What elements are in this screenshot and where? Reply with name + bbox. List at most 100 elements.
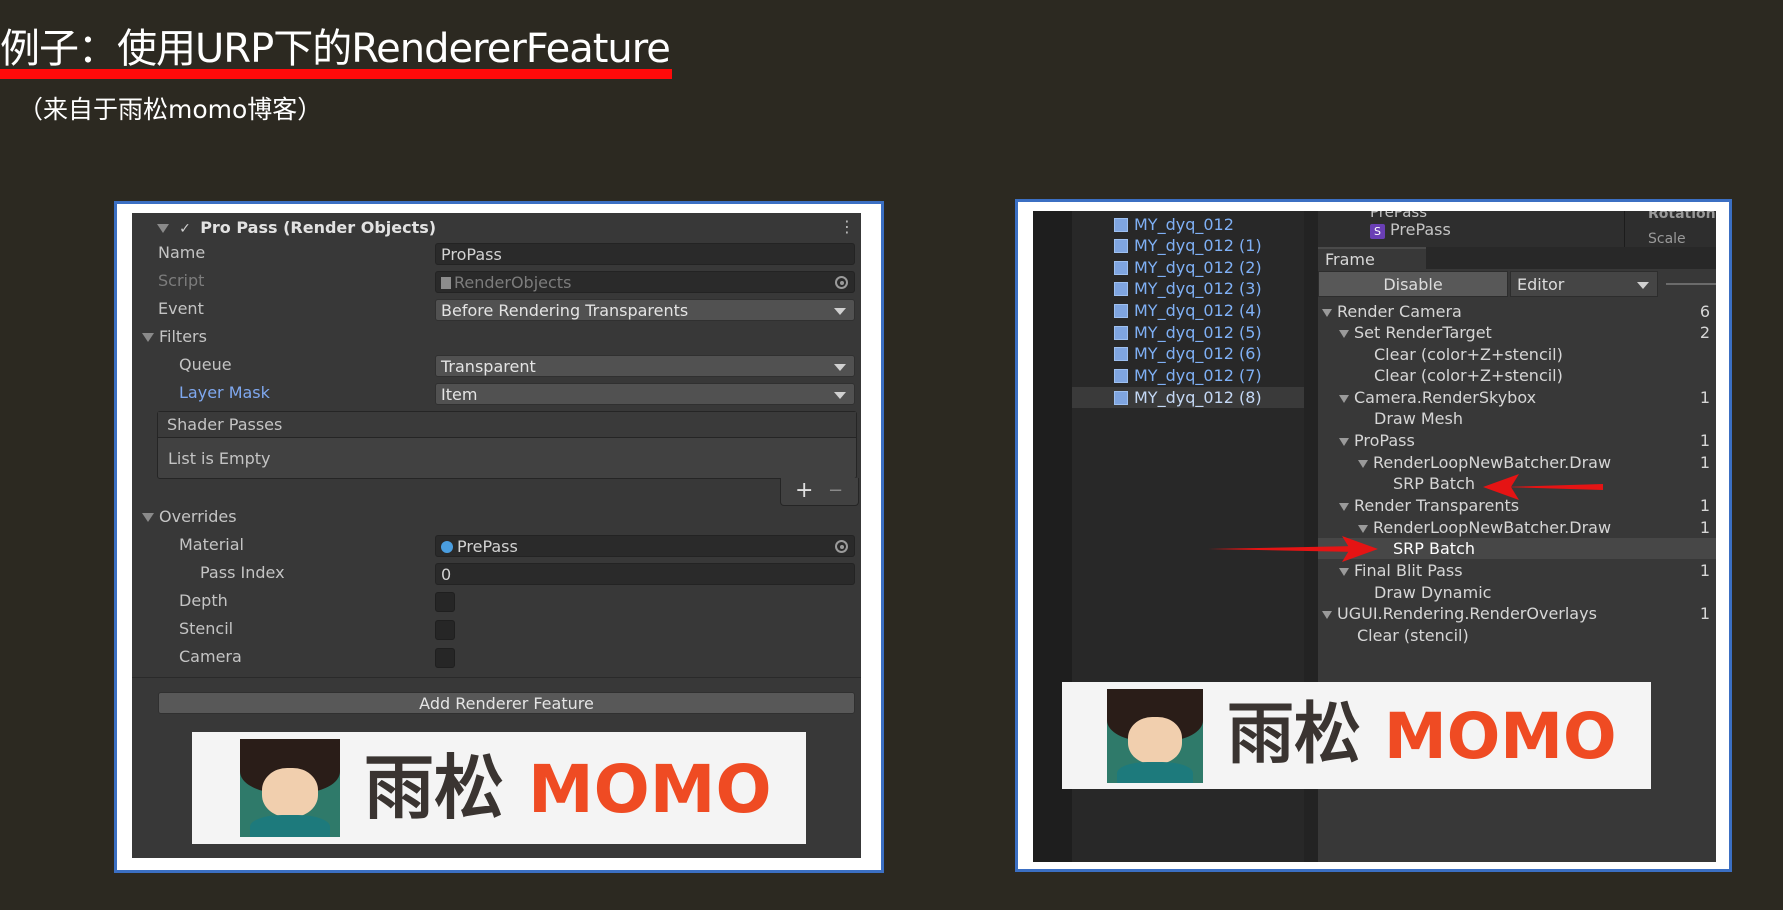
fd-event[interactable]: SRP Batch bbox=[1393, 473, 1475, 494]
object-picker-icon[interactable] bbox=[835, 540, 848, 553]
fd-event[interactable]: Clear (color+Z+stencil) bbox=[1374, 344, 1563, 365]
fd-count: 1 bbox=[1699, 431, 1710, 450]
fd-count: 1 bbox=[1699, 453, 1710, 472]
script-file-icon bbox=[441, 277, 451, 289]
chevron-down-icon bbox=[834, 392, 846, 399]
feature-header[interactable]: ✓ Pro Pass (Render Objects) bbox=[157, 215, 857, 241]
script-field: RenderObjects bbox=[435, 271, 855, 293]
fd-count: 6 bbox=[1699, 302, 1710, 321]
disable-button[interactable]: Disable bbox=[1318, 271, 1508, 297]
list-footer: + − bbox=[780, 478, 859, 506]
kebab-menu-icon[interactable]: ⋮ bbox=[839, 217, 855, 237]
chevron-down-icon bbox=[1637, 282, 1649, 289]
gameobject-cube-icon bbox=[1114, 326, 1128, 340]
hierarchy-item[interactable]: MY_dyq_012 bbox=[1114, 214, 1234, 235]
script-value: RenderObjects bbox=[454, 273, 572, 292]
gameobject-cube-icon bbox=[1114, 347, 1128, 361]
enabled-check-icon[interactable]: ✓ bbox=[179, 216, 195, 242]
scale-label: Scale bbox=[1648, 231, 1686, 247]
fd-event[interactable]: Draw Mesh bbox=[1374, 408, 1463, 429]
hierarchy-item[interactable]: MY_dyq_012 (3) bbox=[1114, 278, 1262, 299]
foldout-triangle-icon bbox=[142, 513, 154, 522]
event-value: Before Rendering Transparents bbox=[441, 301, 689, 320]
fd-event[interactable]: Draw Dynamic bbox=[1374, 582, 1491, 603]
add-item-icon[interactable]: + bbox=[795, 479, 813, 503]
fd-event-selected[interactable]: SRP Batch bbox=[1393, 538, 1475, 559]
event-slider[interactable] bbox=[1666, 283, 1716, 285]
fd-event[interactable]: Clear (stencil) bbox=[1357, 625, 1469, 646]
overrides-foldout[interactable]: Overrides bbox=[142, 507, 237, 526]
script-label: Script bbox=[158, 271, 205, 290]
fd-event[interactable]: Final Blit Pass bbox=[1339, 560, 1463, 581]
gameobject-cube-icon bbox=[1114, 282, 1128, 296]
name-field[interactable]: ProPass bbox=[435, 243, 855, 265]
add-renderer-feature-button[interactable]: Add Renderer Feature bbox=[158, 692, 855, 714]
remove-item-icon[interactable]: − bbox=[828, 479, 843, 503]
fd-count: 1 bbox=[1699, 518, 1710, 537]
renderer-feature-inspector: ✓ Pro Pass (Render Objects) ⋮ Name ProPa… bbox=[132, 213, 861, 858]
pass-index-label: Pass Index bbox=[200, 563, 285, 582]
material-value: PrePass bbox=[457, 537, 518, 556]
yusong-momo-logo: 雨松 MOMO bbox=[192, 732, 806, 844]
camera-toggle[interactable] bbox=[435, 648, 455, 668]
material-field[interactable]: PrePass bbox=[435, 535, 855, 557]
hierarchy-item[interactable]: MY_dyq_012 (7) bbox=[1114, 365, 1262, 386]
depth-label: Depth bbox=[179, 591, 228, 610]
queue-label: Queue bbox=[179, 355, 232, 374]
fd-event[interactable]: RenderLoopNewBatcher.Draw bbox=[1358, 517, 1611, 538]
project-strip: PrePass S PrePass Rotation Scale bbox=[1318, 211, 1716, 247]
hierarchy-item[interactable]: MY_dyq_012 (4) bbox=[1114, 300, 1262, 321]
material-sphere-icon bbox=[441, 541, 453, 553]
foldout-triangle-icon bbox=[142, 333, 154, 342]
hierarchy-item[interactable]: MY_dyq_012 (6) bbox=[1114, 343, 1262, 364]
fd-event[interactable]: RenderLoopNewBatcher.Draw bbox=[1358, 452, 1611, 473]
logo-english-text: MOMO bbox=[1384, 700, 1617, 773]
stencil-label: Stencil bbox=[179, 619, 234, 638]
fd-count: 2 bbox=[1699, 323, 1710, 342]
hierarchy-item[interactable]: MY_dyq_012 (5) bbox=[1114, 322, 1262, 343]
fd-event[interactable]: UGUI.Rendering.RenderOverlays bbox=[1322, 603, 1597, 624]
object-picker-icon[interactable] bbox=[835, 276, 848, 289]
material-label: Material bbox=[179, 535, 244, 554]
depth-toggle[interactable] bbox=[435, 592, 455, 612]
fd-event[interactable]: Render Camera bbox=[1322, 301, 1462, 322]
hierarchy-item-selected[interactable]: MY_dyq_012 (8) bbox=[1114, 387, 1262, 408]
fd-count: 1 bbox=[1699, 604, 1710, 623]
chevron-down-icon bbox=[834, 364, 846, 371]
stencil-toggle[interactable] bbox=[435, 620, 455, 640]
editor-dropdown[interactable]: Editor bbox=[1510, 271, 1658, 297]
tab-frame-debug[interactable]: Frame Debug bbox=[1318, 247, 1426, 291]
collapse-triangle-icon[interactable] bbox=[157, 224, 169, 233]
layer-mask-label: Layer Mask bbox=[179, 383, 270, 402]
title-underline bbox=[0, 69, 672, 79]
chevron-down-icon bbox=[834, 308, 846, 315]
gameobject-cube-icon bbox=[1114, 391, 1128, 405]
filters-label: Filters bbox=[159, 327, 207, 346]
filters-foldout[interactable]: Filters bbox=[142, 327, 207, 346]
fd-event[interactable]: Render Transparents bbox=[1339, 495, 1519, 516]
rotation-label: Rotation bbox=[1648, 211, 1716, 222]
feature-header-label: Pro Pass (Render Objects) bbox=[200, 218, 437, 237]
event-label: Event bbox=[158, 299, 204, 318]
layer-mask-dropdown[interactable]: Item bbox=[435, 383, 855, 405]
fd-event[interactable]: Camera.RenderSkybox bbox=[1339, 387, 1536, 408]
divider bbox=[132, 677, 861, 678]
asset-item[interactable]: S PrePass bbox=[1370, 220, 1451, 240]
hierarchy-item[interactable]: MY_dyq_012 (1) bbox=[1114, 235, 1262, 256]
fd-event[interactable]: ProPass bbox=[1339, 430, 1415, 451]
pass-index-field[interactable]: 0 bbox=[435, 563, 855, 585]
event-dropdown[interactable]: Before Rendering Transparents bbox=[435, 299, 855, 321]
fd-event[interactable]: Set RenderTarget bbox=[1339, 322, 1492, 343]
tab-strip: Frame Debug bbox=[1318, 247, 1716, 291]
queue-dropdown[interactable]: Transparent bbox=[435, 355, 855, 377]
camera-label: Camera bbox=[179, 647, 242, 666]
logo-chinese-text: 雨松 bbox=[364, 747, 504, 829]
logo-english-text: MOMO bbox=[528, 751, 772, 828]
queue-value: Transparent bbox=[441, 357, 536, 376]
fd-count: 1 bbox=[1699, 388, 1710, 407]
hierarchy-item[interactable]: MY_dyq_012 (2) bbox=[1114, 257, 1262, 278]
unity-editor-crop: MY_dyq_012 MY_dyq_012 (1) MY_dyq_012 (2)… bbox=[1033, 211, 1716, 862]
frame-debugger-screenshot-frame: MY_dyq_012 MY_dyq_012 (1) MY_dyq_012 (2)… bbox=[1015, 199, 1732, 872]
fd-event[interactable]: Clear (color+Z+stencil) bbox=[1374, 365, 1563, 386]
name-label: Name bbox=[158, 243, 206, 262]
